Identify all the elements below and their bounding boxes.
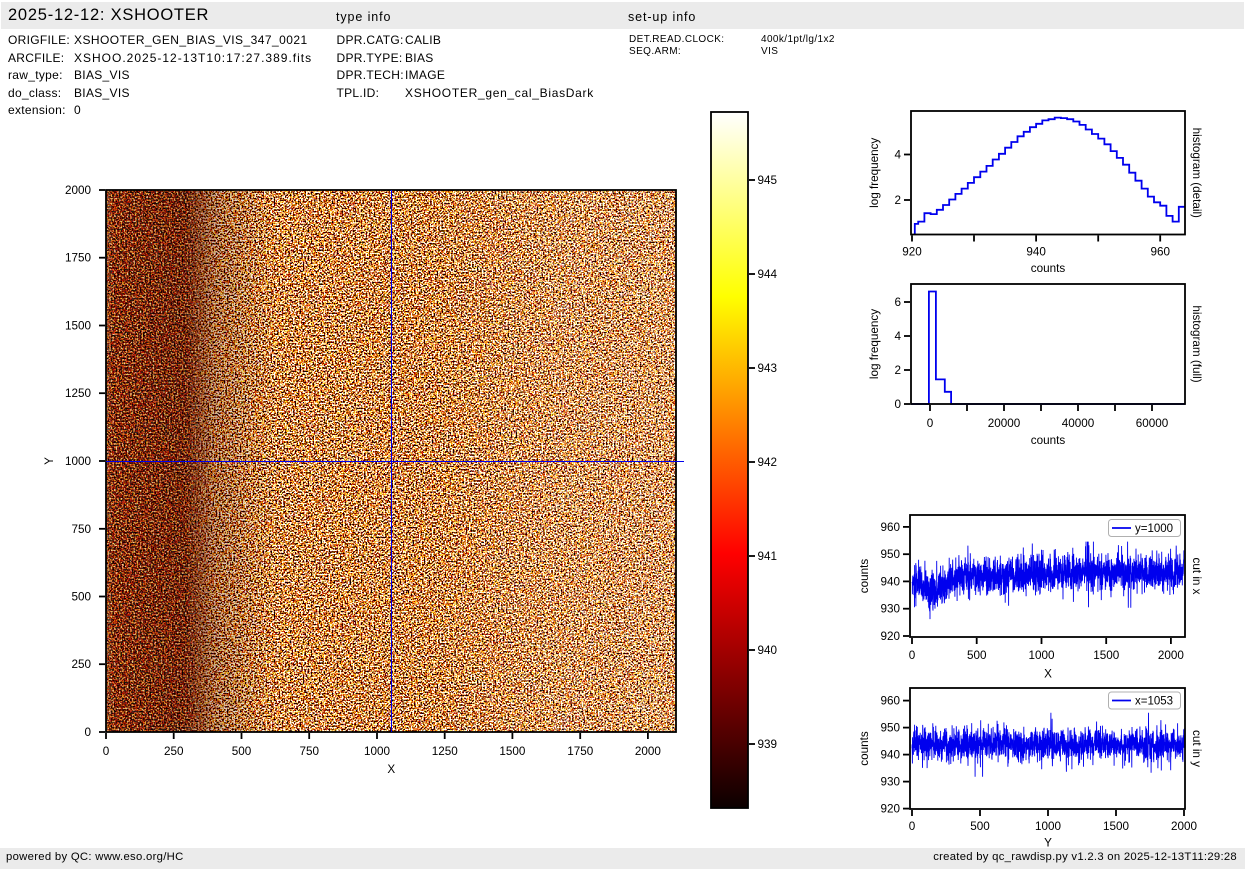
svg-text:750: 750 [71, 523, 91, 536]
svg-text:960: 960 [880, 695, 900, 708]
svg-text:1750: 1750 [567, 745, 594, 758]
svg-text:cut in x: cut in x [1190, 557, 1203, 594]
svg-text:6: 6 [894, 296, 901, 309]
svg-text:920: 920 [880, 630, 900, 643]
svg-text:960: 960 [1150, 246, 1170, 259]
svg-text:2000: 2000 [65, 184, 92, 197]
svg-text:4: 4 [894, 149, 901, 162]
svg-text:500: 500 [71, 591, 91, 604]
svg-text:1000: 1000 [65, 455, 92, 468]
svg-text:0: 0 [894, 398, 901, 411]
svg-text:40000: 40000 [1062, 417, 1095, 430]
svg-text:0: 0 [84, 726, 91, 739]
svg-text:log frequency: log frequency [868, 309, 881, 379]
svg-text:1500: 1500 [65, 320, 92, 333]
svg-text:943: 943 [758, 362, 778, 375]
svg-text:940: 940 [758, 644, 778, 657]
svg-text:950: 950 [880, 548, 900, 561]
svg-text:y=1000: y=1000 [1135, 523, 1173, 535]
svg-text:1000: 1000 [364, 745, 391, 758]
svg-text:920: 920 [902, 246, 922, 259]
svg-text:2: 2 [894, 194, 901, 207]
svg-text:500: 500 [967, 649, 987, 662]
svg-text:X: X [387, 763, 395, 776]
svg-text:500: 500 [232, 745, 252, 758]
svg-text:945: 945 [758, 174, 778, 187]
svg-text:0: 0 [927, 417, 934, 430]
svg-text:20000: 20000 [988, 417, 1021, 430]
svg-text:944: 944 [758, 268, 778, 281]
svg-text:750: 750 [299, 745, 319, 758]
svg-text:2000: 2000 [635, 745, 662, 758]
svg-text:1000: 1000 [1028, 649, 1055, 662]
svg-text:930: 930 [880, 603, 900, 616]
svg-text:250: 250 [164, 745, 184, 758]
svg-text:920: 920 [880, 803, 900, 816]
svg-text:940: 940 [880, 749, 900, 762]
svg-text:counts: counts [1031, 262, 1066, 275]
svg-text:60000: 60000 [1136, 417, 1169, 430]
svg-text:960: 960 [880, 521, 900, 534]
svg-text:counts: counts [858, 731, 871, 766]
svg-text:1750: 1750 [65, 252, 92, 265]
svg-text:930: 930 [880, 776, 900, 789]
svg-text:950: 950 [880, 722, 900, 735]
svg-text:log frequency: log frequency [868, 138, 881, 208]
svg-text:0: 0 [909, 649, 916, 662]
svg-text:2000: 2000 [1158, 649, 1185, 662]
svg-text:1500: 1500 [1103, 820, 1130, 833]
svg-text:cut in y: cut in y [1190, 730, 1203, 767]
svg-text:x=1053: x=1053 [1135, 696, 1173, 708]
svg-text:1250: 1250 [432, 745, 459, 758]
svg-text:940: 940 [880, 575, 900, 588]
svg-text:1500: 1500 [1093, 649, 1120, 662]
svg-text:histogram (detail): histogram (detail) [1190, 128, 1203, 218]
svg-text:0: 0 [909, 820, 916, 833]
svg-text:histogram (full): histogram (full) [1190, 305, 1203, 382]
svg-text:X: X [1044, 668, 1052, 681]
svg-text:counts: counts [858, 559, 871, 594]
svg-text:250: 250 [71, 658, 91, 671]
svg-text:0: 0 [103, 745, 110, 758]
svg-text:939: 939 [758, 738, 778, 751]
svg-text:500: 500 [970, 820, 990, 833]
svg-text:942: 942 [758, 456, 778, 469]
svg-text:940: 940 [1026, 246, 1046, 259]
svg-text:1000: 1000 [1035, 820, 1062, 833]
svg-text:2000: 2000 [1171, 820, 1198, 833]
svg-text:1500: 1500 [499, 745, 526, 758]
svg-text:1250: 1250 [65, 387, 92, 400]
svg-text:Y: Y [43, 457, 56, 465]
svg-text:counts: counts [1031, 434, 1066, 447]
svg-text:4: 4 [894, 330, 901, 343]
svg-text:941: 941 [758, 550, 778, 563]
svg-text:2: 2 [894, 364, 901, 377]
